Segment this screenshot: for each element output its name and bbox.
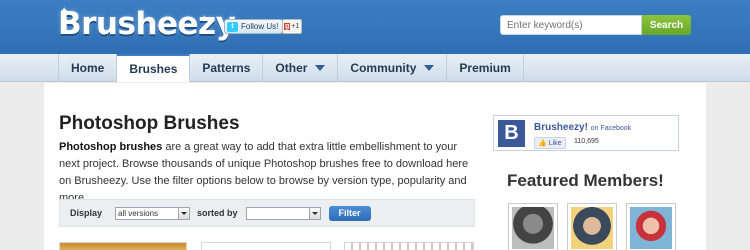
nav-item-label: Premium xyxy=(459,61,511,75)
featured-member-avatar[interactable] xyxy=(567,203,617,250)
avatar xyxy=(571,207,613,249)
display-select-value: all versions xyxy=(118,208,159,218)
gplus-label: +1 xyxy=(291,23,300,30)
search-input[interactable] xyxy=(500,15,642,35)
page-title: Photoshop Brushes xyxy=(59,113,240,134)
facebook-icon[interactable]: B xyxy=(498,120,525,147)
chevron-down-icon xyxy=(308,207,320,219)
brush-thumbnail[interactable] xyxy=(59,242,187,250)
twitter-icon: t xyxy=(227,21,238,32)
featured-members-title: Featured Members! xyxy=(507,171,664,190)
sparkle-icon: ✦ xyxy=(60,6,69,17)
facebook-page-name[interactable]: Brusheezy! on Facebook xyxy=(534,122,631,133)
google-plus-icon: g xyxy=(284,23,291,30)
intro-bold: Photoshop brushes xyxy=(59,141,163,153)
nav-item-community[interactable]: Community xyxy=(338,54,448,82)
search-button[interactable]: Search xyxy=(642,15,691,35)
nav-item-label: Other xyxy=(275,61,308,75)
featured-member-avatar[interactable] xyxy=(508,203,558,250)
thumbs-up-icon: 👍 xyxy=(538,140,547,147)
twitter-follow-button[interactable]: t Follow Us! xyxy=(224,19,284,34)
nav-item-premium[interactable]: Premium xyxy=(447,54,524,82)
chevron-down-icon xyxy=(424,65,435,71)
nav-item-home[interactable]: Home xyxy=(58,54,118,82)
featured-member-avatar[interactable] xyxy=(626,203,676,250)
nav-item-patterns[interactable]: Patterns xyxy=(190,54,264,82)
display-label: Display xyxy=(70,208,103,218)
brush-thumbnail[interactable] xyxy=(201,242,331,250)
nav-item-label: Patterns xyxy=(202,61,251,75)
like-label: Like xyxy=(548,139,562,147)
nav-item-other[interactable]: Other xyxy=(263,54,339,82)
like-count: 110,695 xyxy=(574,138,599,145)
chevron-down-icon xyxy=(178,207,190,219)
facebook-like-button[interactable]: 👍 Like xyxy=(534,137,566,149)
nav-item-label: Brushes xyxy=(129,62,178,76)
sort-select[interactable] xyxy=(245,206,321,220)
avatar xyxy=(512,207,554,249)
brush-thumbnail[interactable] xyxy=(344,242,474,250)
main-nav: Home Brushes Patterns Other Community Pr… xyxy=(0,54,750,82)
intro-text: Photoshop brushes are a great way to add… xyxy=(59,139,469,207)
filter-button[interactable]: Filter xyxy=(328,205,371,221)
google-plus-button[interactable]: g +1 xyxy=(282,19,302,34)
site-logo[interactable]: Brusheezy xyxy=(58,6,236,42)
chevron-down-icon xyxy=(315,65,326,71)
follow-label: Follow Us! xyxy=(241,22,279,31)
nav-item-label: Home xyxy=(71,61,105,75)
sparkle-icon: ✦ xyxy=(200,14,209,25)
facebook-name: Brusheezy! xyxy=(534,122,588,133)
sorted-label: sorted by xyxy=(197,208,238,218)
site-header: Brusheezy ✦ ✦ t Follow Us! g +1 Search xyxy=(0,0,750,54)
avatar xyxy=(630,207,672,249)
facebook-like-box: B Brusheezy! on Facebook 👍 Like 110,695 xyxy=(493,115,679,151)
facebook-on-label: on Facebook xyxy=(590,125,632,132)
display-select[interactable]: all versions xyxy=(115,206,191,220)
filter-bar: Display all versions sorted by Filter xyxy=(59,199,475,227)
nav-item-brushes[interactable]: Brushes xyxy=(117,54,191,82)
nav-item-label: Community xyxy=(350,61,417,75)
